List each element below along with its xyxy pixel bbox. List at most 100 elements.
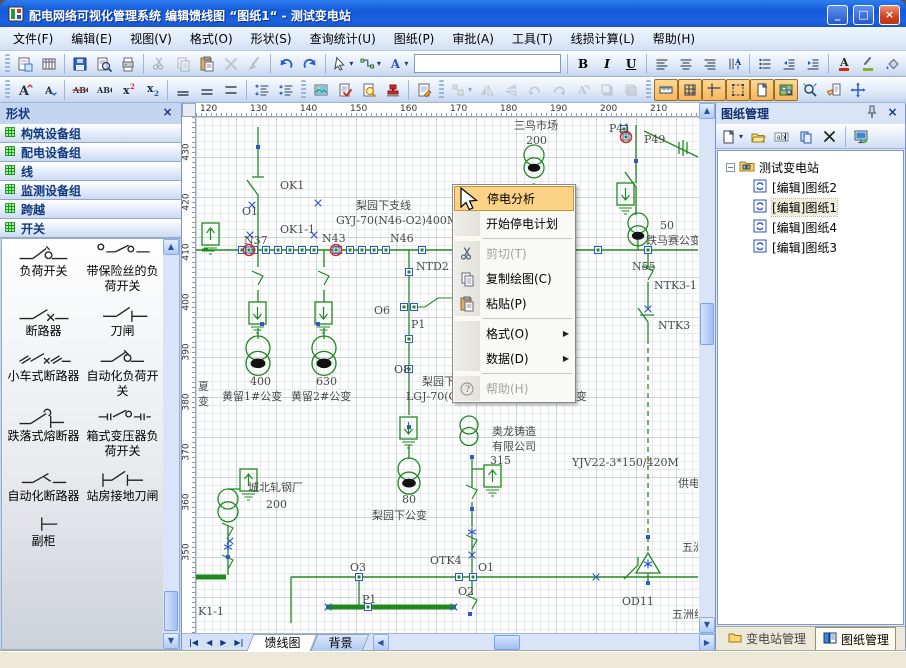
find-sheet-icon[interactable] xyxy=(357,79,381,101)
shape-item-breaker[interactable]: 断路器 xyxy=(4,303,83,339)
context-menu-item-9[interactable]: 数据(D)▶ xyxy=(454,346,574,371)
shape-item-aux-cabinet[interactable]: 副柜 xyxy=(4,513,83,549)
shapes-scrollbar[interactable]: ▲ ▼ xyxy=(163,239,179,649)
new-sheet-icon[interactable]: ▾ xyxy=(718,126,746,148)
page-icon[interactable] xyxy=(750,79,774,101)
highlight-icon[interactable] xyxy=(856,53,880,75)
print-icon[interactable] xyxy=(116,53,140,75)
menu-7[interactable]: 图纸(P) xyxy=(385,27,444,50)
superscript-icon[interactable]: x2 xyxy=(116,79,140,101)
toolbar-drag-handle[interactable] xyxy=(646,80,651,100)
shape-group-1[interactable]: 构筑设备组 xyxy=(0,124,181,143)
sheet-tab-2[interactable]: 背景 xyxy=(314,634,366,651)
cut-icon[interactable] xyxy=(147,53,171,75)
delete-sheet-icon[interactable] xyxy=(818,126,842,148)
shape-group-5[interactable]: 跨越 xyxy=(0,200,181,219)
shape-item-knife-switch[interactable]: 刀闸 xyxy=(83,303,162,339)
connector-icon[interactable]: ▾ xyxy=(356,53,384,75)
fill-bucket-icon[interactable] xyxy=(880,53,904,75)
guides-icon[interactable] xyxy=(702,79,726,101)
insert-picture-icon[interactable] xyxy=(309,79,333,101)
dropdown-arrow-icon[interactable]: ▾ xyxy=(468,85,472,94)
context-menu-item-6[interactable]: 粘贴(P) xyxy=(454,291,574,316)
open-folder-icon[interactable] xyxy=(746,126,770,148)
menu-6[interactable]: 查询统计(U) xyxy=(301,27,385,50)
dropdown-arrow-icon[interactable]: ▾ xyxy=(377,59,381,68)
feeder-diagram-canvas[interactable]: 三鸟市场200P41P49OK1O1OK1-1梨园下支线GYJ-70(N46-O… xyxy=(196,117,699,633)
scrollbar-thumb[interactable] xyxy=(700,303,714,345)
sheets-panel-close-button[interactable]: × xyxy=(885,106,900,121)
font-name-combobox[interactable] xyxy=(414,54,561,73)
shape-item-station-ground-knife[interactable]: 站房接地刀闸 xyxy=(83,468,162,504)
menu-8[interactable]: 审批(A) xyxy=(443,27,503,50)
pointer-icon[interactable]: ▾ xyxy=(329,53,357,75)
ruler-icon[interactable] xyxy=(654,79,678,101)
canvas-vertical-scrollbar[interactable]: ▲ ▼ xyxy=(699,103,715,633)
font-shrink-icon[interactable]: A xyxy=(37,79,61,101)
menu-11[interactable]: 帮助(H) xyxy=(644,27,704,50)
toolbar-drag-handle[interactable] xyxy=(5,54,10,74)
font-grow-icon[interactable]: A xyxy=(13,79,37,101)
new-drawing-icon[interactable] xyxy=(13,53,37,75)
dropdown-arrow-icon[interactable]: ▾ xyxy=(349,59,353,68)
copy-icon[interactable] xyxy=(171,53,195,75)
canvas-horizontal-scrollbar[interactable]: ◀ ▶ xyxy=(373,634,716,651)
shape-item-fuse-load-switch[interactable]: 带保险丝的负荷开关 xyxy=(83,243,162,294)
toolbar-drag-handle[interactable] xyxy=(5,80,10,100)
subscript-icon[interactable]: x2 xyxy=(140,79,164,101)
approve-check-icon[interactable] xyxy=(333,79,357,101)
context-menu-item-5[interactable]: 复制绘图(C) xyxy=(454,266,574,291)
rename-abl-icon[interactable]: ab xyxy=(770,126,794,148)
no-strikethrough-icon[interactable]: ABC xyxy=(92,79,116,101)
menu-3[interactable]: 视图(V) xyxy=(121,27,181,50)
scrollbar-thumb[interactable] xyxy=(164,591,178,631)
shape-group-6[interactable]: 开关 xyxy=(0,219,181,238)
prev-page-icon[interactable]: ◀ xyxy=(203,637,215,648)
table-list-icon[interactable] xyxy=(37,53,61,75)
bold-button[interactable]: B xyxy=(571,53,595,75)
panel-tab-1[interactable]: 变电站管理 xyxy=(720,626,813,651)
minimize-button[interactable]: _ xyxy=(827,5,848,25)
tree-item-sheet-2[interactable]: [编辑]图纸1 xyxy=(718,197,903,217)
map-icon[interactable] xyxy=(774,79,798,101)
vertical-text-icon[interactable]: A xyxy=(722,53,746,75)
shape-item-load-switch[interactable]: 负荷开关 xyxy=(4,243,83,294)
line-spacing-1-icon[interactable] xyxy=(171,79,195,101)
collapse-icon[interactable]: − xyxy=(726,163,735,172)
align-center-icon[interactable] xyxy=(674,53,698,75)
flip-vertical-icon[interactable] xyxy=(499,79,523,101)
font-a-icon[interactable]: A▾ xyxy=(384,53,412,75)
scroll-up-icon[interactable]: ▲ xyxy=(163,239,179,255)
sheet-tab-1[interactable]: 馈线图 xyxy=(250,634,314,651)
last-page-icon[interactable]: ▶| xyxy=(231,637,246,648)
first-page-icon[interactable]: |◀ xyxy=(186,637,201,648)
grid-icon[interactable] xyxy=(678,79,702,101)
scroll-down-icon[interactable]: ▼ xyxy=(163,633,179,649)
strikethrough-icon[interactable]: ABC xyxy=(68,79,92,101)
shape-group-4[interactable]: 监测设备组 xyxy=(0,181,181,200)
shape-item-auto-load-switch[interactable]: 自动化负荷开关 xyxy=(83,348,162,399)
copy-sheet-icon[interactable] xyxy=(794,126,818,148)
pan-icon[interactable] xyxy=(846,79,870,101)
rotate-text-icon[interactable]: A xyxy=(571,79,595,101)
dropdown-arrow-icon[interactable]: ▾ xyxy=(404,59,408,68)
tree-item-sheet-4[interactable]: [编辑]图纸3 xyxy=(718,237,903,257)
italic-button[interactable]: I xyxy=(595,53,619,75)
properties-icon[interactable] xyxy=(822,79,846,101)
tree-item-sheet-1[interactable]: [编辑]图纸2 xyxy=(718,177,903,197)
align-left-icon[interactable] xyxy=(650,53,674,75)
scrollbar-thumb[interactable] xyxy=(494,635,520,650)
tree-item-sheet-3[interactable]: [编辑]图纸4 xyxy=(718,217,903,237)
toolbar-drag-handle[interactable] xyxy=(301,80,306,100)
context-menu-item-11[interactable]: ?帮助(H) xyxy=(454,376,574,401)
menu-9[interactable]: 工具(T) xyxy=(503,27,562,50)
line-spacing-2-icon[interactable] xyxy=(219,79,243,101)
pin-icon[interactable] xyxy=(864,104,880,123)
save-icon[interactable] xyxy=(68,53,92,75)
bring-front-icon[interactable] xyxy=(595,79,619,101)
align-right-icon[interactable] xyxy=(698,53,722,75)
flip-horizontal-icon[interactable] xyxy=(475,79,499,101)
shape-item-box-transformer-load-switch[interactable]: 箱式变压器负荷开关 xyxy=(83,408,162,459)
shape-group-2[interactable]: 配电设备组 xyxy=(0,143,181,162)
send-back-icon[interactable] xyxy=(619,79,643,101)
